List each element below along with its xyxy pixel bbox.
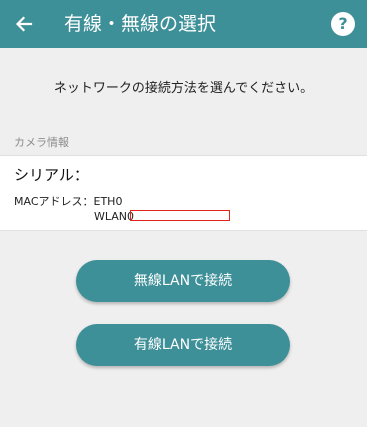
- connect-wired-lan-button[interactable]: 有線LANで接続: [76, 324, 290, 366]
- app-bar: 有線・無線の選択 ?: [0, 0, 367, 48]
- help-icon: ?: [338, 14, 348, 33]
- page-title: 有線・無線の選択: [64, 13, 217, 35]
- camera-info-card: シリアル： MACアドレス：ETH0 WLAN0: [0, 155, 367, 231]
- connect-wireless-lan-button[interactable]: 無線LANで接続: [76, 260, 290, 302]
- arrow-left-icon: [15, 16, 33, 32]
- mac-address-eth0-label: MACアドレス：ETH0: [14, 195, 123, 208]
- help-button[interactable]: ?: [331, 12, 355, 36]
- wlan0-label: WLAN0: [94, 210, 135, 223]
- wlan0-redaction-box: [130, 210, 230, 221]
- network-selection-screen: 有線・無線の選択 ? ネットワークの接続方法を選んでください。 カメラ情報 シリ…: [0, 0, 367, 427]
- back-button[interactable]: [10, 10, 38, 38]
- camera-info-section-label: カメラ情報: [14, 136, 69, 149]
- serial-label: シリアル：: [14, 166, 89, 184]
- instruction-text: ネットワークの接続方法を選んでください。: [53, 81, 314, 96]
